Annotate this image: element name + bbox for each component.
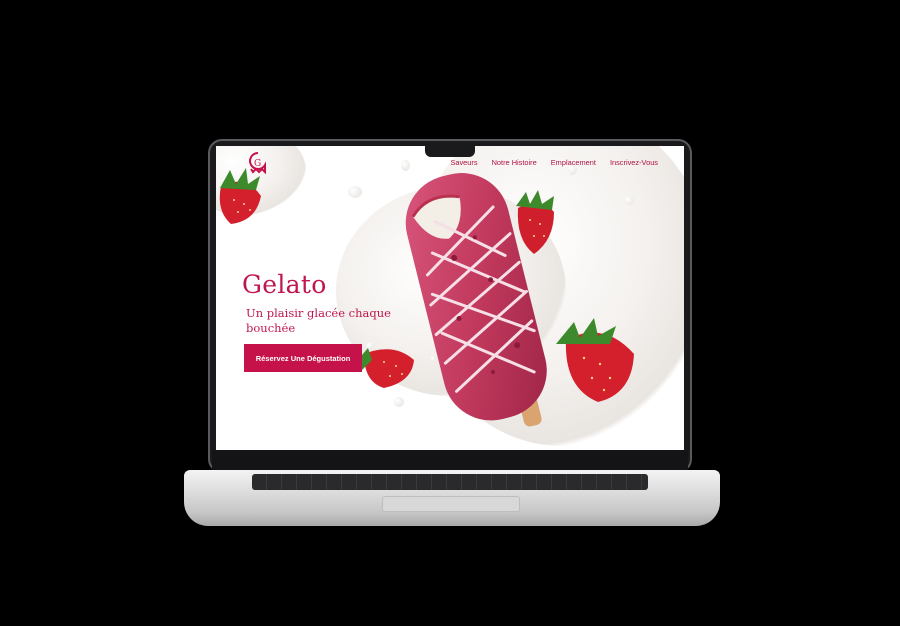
milk-drop	[348, 186, 362, 198]
strawberry-image	[219, 168, 261, 224]
laptop-trackpad	[382, 496, 520, 512]
hero-tagline: Un plaisir glacée chaque bouchée	[246, 306, 391, 335]
strawberry-image	[356, 348, 414, 388]
strawberry-image	[516, 190, 554, 254]
nav-item-inscrivez-vous[interactable]: Inscrivez-Vous	[610, 158, 658, 167]
nav-item-notre-histoire[interactable]: Notre Histoire	[492, 158, 537, 167]
laptop-mockup: G Saveurs Notre Histoire Emplacement Ins…	[0, 0, 900, 626]
laptop-bezel-bottom	[212, 450, 688, 470]
hero-title: Gelato	[242, 270, 327, 299]
camera-notch	[425, 146, 475, 157]
book-tasting-button[interactable]: Réservez Une Dégustation	[244, 344, 362, 372]
nav-item-emplacement[interactable]: Emplacement	[551, 158, 596, 167]
website-screen: G Saveurs Notre Histoire Emplacement Ins…	[216, 146, 684, 450]
logo-letter: G	[254, 159, 261, 169]
milk-drop	[624, 196, 634, 205]
strawberry-image	[556, 318, 634, 402]
top-nav: Saveurs Notre Histoire Emplacement Inscr…	[450, 158, 658, 167]
nav-item-saveurs[interactable]: Saveurs	[450, 158, 477, 167]
laptop-keyboard	[252, 474, 648, 490]
logo-icon[interactable]: G	[249, 152, 267, 174]
